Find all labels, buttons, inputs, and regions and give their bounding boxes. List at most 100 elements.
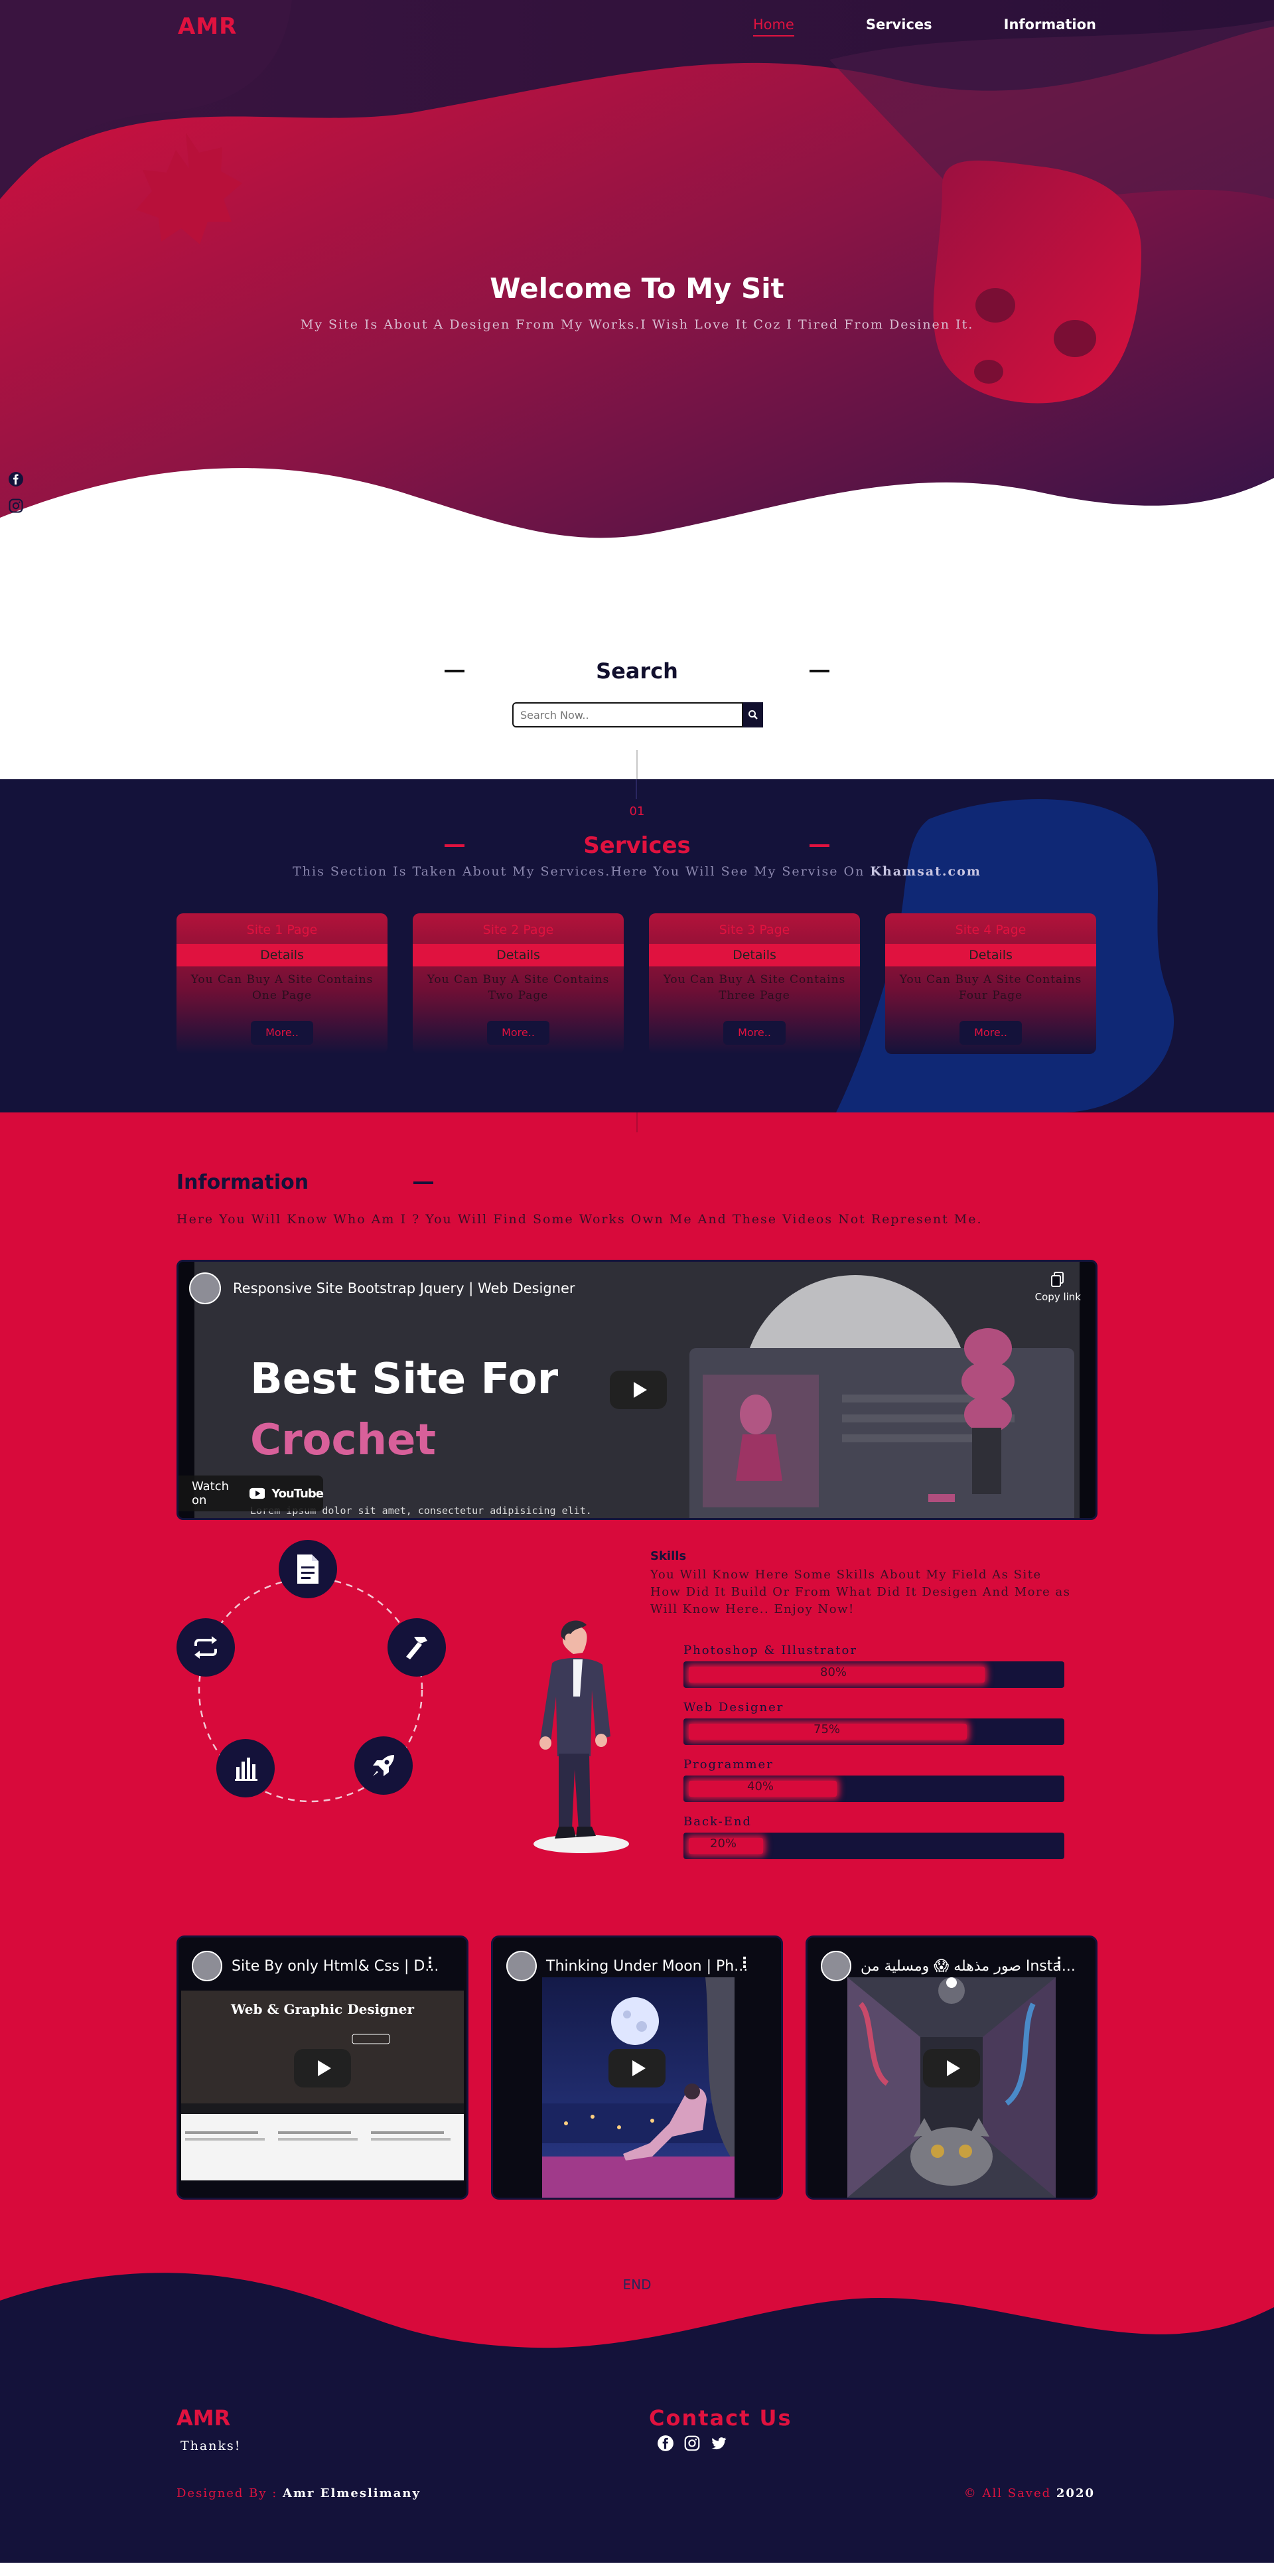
avatar[interactable]: [506, 1951, 537, 1981]
skill-bar: 40%: [683, 1776, 1064, 1802]
card-title: Site 2 Page: [482, 923, 554, 937]
hero-subtitle: My Site Is About A Desigen From My Works…: [300, 317, 974, 332]
card-title: Site 1 Page: [246, 923, 318, 937]
rocket-icon-badge: [354, 1736, 413, 1795]
instagram-icon[interactable]: [8, 498, 24, 514]
service-card: Site 4 Page Details You Can Buy A Site C…: [885, 913, 1096, 1054]
skill-item: Web Designer 75%: [683, 1701, 1064, 1745]
hammer-icon-badge: [388, 1618, 446, 1677]
avatar[interactable]: [821, 1951, 851, 1981]
skill-label: Web Designer: [683, 1701, 784, 1714]
hero-section: AMR Home Services Information Welcome To…: [0, 0, 1274, 584]
services-section: 01 Services This Section Is Taken About …: [0, 779, 1274, 1112]
skill-percent: 75%: [814, 1722, 841, 1736]
play-button[interactable]: [294, 2049, 351, 2087]
skill-label: Photoshop & Illustrator: [683, 1643, 857, 1657]
card-text: You Can Buy A Site Contains Two Page: [427, 973, 610, 1002]
side-social-links: [8, 471, 24, 514]
service-card: Site 3 Page Details You Can Buy A Site C…: [649, 913, 860, 1054]
footer-wave: [0, 2273, 1274, 2362]
play-button[interactable]: [610, 1371, 667, 1409]
video-title[interactable]: صور مذهله 😱 ومسلية من Insta...: [861, 1958, 1076, 1975]
video-embed-3[interactable]: صور مذهله 😱 ومسلية من Insta... ⋮: [806, 1935, 1097, 2200]
nav-link-home[interactable]: Home: [752, 17, 794, 37]
services-subtitle: This Section Is Taken About My Services.…: [0, 864, 1274, 879]
copyright-year: 2020: [1056, 2486, 1095, 2500]
rocket-icon: [373, 1755, 394, 1776]
hammer-icon: [406, 1637, 427, 1659]
khamsat-link[interactable]: Khamsat.com: [870, 864, 981, 879]
facebook-icon[interactable]: [657, 2435, 674, 2452]
footer-thanks: Thanks!: [180, 2439, 242, 2453]
card-details: Details: [649, 944, 860, 966]
copy-icon: [1051, 1272, 1064, 1287]
section-number: 01: [629, 804, 645, 818]
skill-item: Programmer 40%: [683, 1758, 1064, 1802]
card-details: Details: [177, 944, 388, 966]
card-text: You Can Buy A Site Contains Four Page: [899, 973, 1082, 1002]
card-more-button[interactable]: More..: [251, 1021, 313, 1045]
avatar[interactable]: [189, 1272, 221, 1304]
skill-label: Back-End: [683, 1815, 752, 1829]
search-section: Search: [0, 584, 1274, 779]
skill-item: Photoshop & Illustrator 80%: [683, 1643, 1064, 1688]
avatar[interactable]: [192, 1951, 222, 1981]
play-button[interactable]: [608, 2049, 666, 2087]
skill-percent: 20%: [710, 1837, 737, 1851]
skills-title: Skills: [650, 1549, 687, 1563]
twitter-icon[interactable]: [710, 2435, 727, 2452]
card-details: Details: [413, 944, 624, 966]
footer-logo[interactable]: AMR: [177, 2405, 230, 2431]
search-input[interactable]: [512, 702, 743, 727]
footer: END AMR Thanks! Contact Us Designed By :…: [0, 2273, 1274, 2563]
nav-link-services[interactable]: Services: [866, 17, 932, 37]
heading-dash: [810, 844, 829, 847]
skill-percent: 40%: [747, 1780, 774, 1793]
document-icon: [297, 1554, 318, 1584]
site-logo[interactable]: AMR: [178, 13, 237, 40]
repeat-icon: [194, 1636, 217, 1659]
video-header: صور مذهله 😱 ومسلية من Insta...: [821, 1951, 1076, 1981]
skill-bar: 80%: [683, 1661, 1064, 1688]
heading-dash: [810, 670, 829, 672]
icon-circle-ring: [198, 1577, 423, 1803]
service-card: Site 1 Page Details You Can Buy A Site C…: [177, 913, 388, 1054]
skills-text: You Will Know Here Some Skills About My …: [650, 1568, 1071, 1616]
nav-link-information[interactable]: Information: [1004, 17, 1096, 37]
information-section: Information Here You Will Know Who Am I …: [0, 1112, 1274, 2360]
nav-links: Home Services Information: [752, 17, 1096, 37]
skill-percent: 80%: [820, 1665, 847, 1679]
copy-link-button[interactable]: Copy link: [1035, 1271, 1081, 1303]
video-title[interactable]: Site By only Html& Css | D...: [232, 1958, 439, 1975]
play-button[interactable]: [923, 2049, 980, 2087]
copyright: © All Saved 2020: [964, 2486, 1095, 2500]
video-title[interactable]: Thinking Under Moon | Ph...: [546, 1958, 748, 1975]
end-label: END: [622, 2277, 652, 2293]
skill-item: Back-End 20%: [683, 1815, 1064, 1859]
skill-bar: 20%: [683, 1833, 1064, 1859]
hero-title: Welcome To My Sit: [490, 272, 784, 305]
search-bar: [512, 702, 763, 727]
search-button[interactable]: [743, 702, 763, 727]
video-title[interactable]: Responsive Site Bootstrap Jquery | Web D…: [233, 1280, 575, 1296]
video-embed-2[interactable]: Thinking Under Moon | Ph... ⋮: [491, 1935, 783, 2200]
bar-chart-icon: [235, 1758, 257, 1781]
video-header: Site By only Html& Css | D...: [192, 1951, 439, 1981]
search-heading: Search: [0, 658, 1274, 684]
service-cards: Site 1 Page Details You Can Buy A Site C…: [177, 913, 1096, 1054]
services-heading: Services: [0, 832, 1274, 859]
copyright-label: © All Saved: [963, 2486, 1052, 2500]
card-title: Site 4 Page: [955, 923, 1026, 937]
bar-chart-icon-badge: [216, 1739, 275, 1797]
instagram-icon[interactable]: [683, 2435, 701, 2452]
card-details: Details: [885, 944, 1096, 966]
document-icon-badge: [279, 1540, 337, 1598]
facebook-icon[interactable]: [8, 471, 24, 487]
card-text: You Can Buy A Site Contains One Page: [190, 973, 374, 1002]
card-more-button[interactable]: More..: [487, 1021, 549, 1045]
search-icon: [748, 710, 758, 720]
skill-label: Programmer: [683, 1758, 774, 1772]
card-more-button[interactable]: More..: [723, 1021, 786, 1045]
video-embed-1[interactable]: Web & Graphic Designer Site By only Html…: [177, 1935, 468, 2200]
card-more-button[interactable]: More..: [959, 1021, 1022, 1045]
